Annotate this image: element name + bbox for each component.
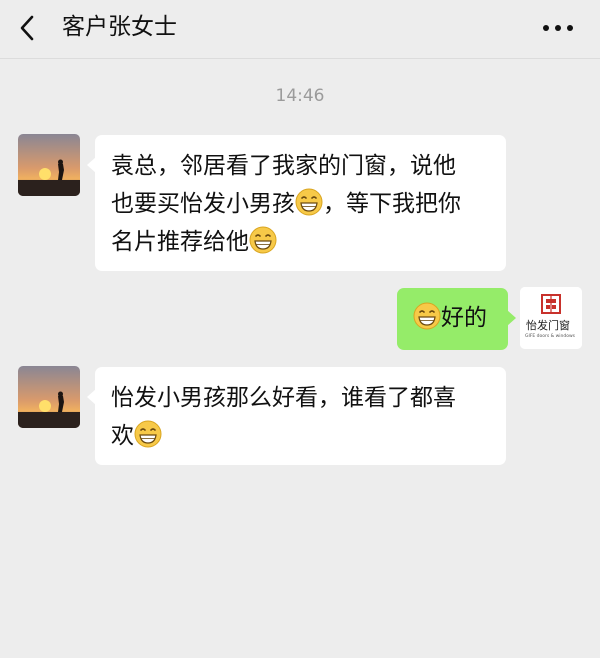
grinning-emoji-icon xyxy=(249,226,277,254)
client-avatar[interactable] xyxy=(18,366,80,428)
my-avatar[interactable]: 怡发门窗 GIFE doors & windows xyxy=(520,287,582,349)
more-dots-icon xyxy=(543,25,573,31)
grinning-emoji-icon xyxy=(134,420,162,448)
sunset-avatar-image xyxy=(18,366,80,428)
message-text-segment: ，等下我把你 xyxy=(323,191,461,217)
message-text-segment: 欢 xyxy=(111,423,134,449)
message-timestamp: 14:46 xyxy=(275,86,325,106)
grinning-emoji-icon xyxy=(413,302,441,330)
chevron-left-icon xyxy=(20,15,34,41)
more-button[interactable] xyxy=(540,16,576,40)
message-text-line: 袁总，邻居看了我家的门窗，说他 xyxy=(111,153,456,179)
incoming-message-bubble[interactable]: 袁总，邻居看了我家的门窗，说他 也要买怡发小男孩 ，等下我把你 名片推荐给他 xyxy=(87,135,506,271)
message-text-segment: 好的 xyxy=(441,305,487,331)
outgoing-message-bubble[interactable]: 好的 xyxy=(397,288,516,350)
message-text-segment: 也要买怡发小男孩 xyxy=(111,191,295,217)
brand-subtitle: GIFE doors & windows xyxy=(525,334,576,339)
incoming-message-bubble[interactable]: 怡发小男孩那么好看，谁看了都喜 欢 xyxy=(87,367,506,465)
message-text-segment: 名片推荐给他 xyxy=(111,229,249,255)
message-text-line: 怡发小男孩那么好看，谁看了都喜 xyxy=(111,385,456,411)
client-avatar[interactable] xyxy=(18,134,80,196)
back-button[interactable] xyxy=(14,11,44,45)
brand-name: 怡发门窗 xyxy=(526,319,570,332)
chat-title: 客户张女士 xyxy=(62,14,177,40)
sunset-avatar-image xyxy=(18,134,80,196)
grinning-emoji-icon xyxy=(295,188,323,216)
chat-header: 客户张女士 xyxy=(0,0,600,59)
